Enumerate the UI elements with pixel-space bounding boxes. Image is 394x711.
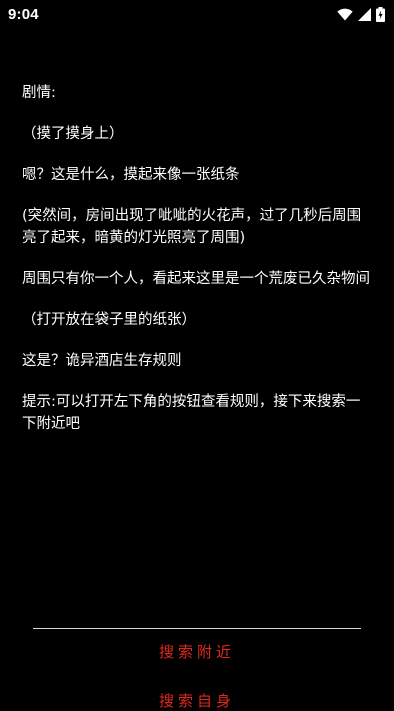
battery-icon (376, 6, 385, 22)
story-paragraph: 剧情: (22, 85, 56, 101)
signal-icon (358, 7, 371, 21)
actions-divider (33, 628, 361, 629)
story-text: 剧情: （摸了摸身上） 嗯？这是什么，摸起来像一张纸条 (突然间，房间出现了呲呲… (22, 82, 372, 454)
status-time: 9:04 (8, 5, 39, 23)
search-nearby-button[interactable]: 搜索附近 (0, 641, 394, 662)
story-paragraph: (突然间，房间出现了呲呲的火花声，过了几秒后周围亮了起来，暗黄的灯光照亮了周围) (22, 208, 362, 246)
wifi-icon (337, 8, 353, 21)
story-paragraph: 周围只有你一个人，看起来这里是一个荒废已久杂物间 (22, 271, 370, 287)
story-paragraph: （打开放在袋子里的纸张） (22, 312, 196, 328)
status-icons (337, 6, 385, 22)
story-paragraph: 这是？诡异酒店生存规则 (22, 353, 182, 369)
story-paragraph: 嗯？这是什么，摸起来像一张纸条 (22, 167, 240, 183)
search-self-button[interactable]: 搜索自身 (0, 690, 394, 711)
story-paragraph: （摸了摸身上） (22, 126, 124, 142)
status-bar: 9:04 (0, 0, 394, 28)
story-paragraph: 提示:可以打开左下角的按钮查看规则，接下来搜索一下附近吧 (22, 394, 361, 432)
